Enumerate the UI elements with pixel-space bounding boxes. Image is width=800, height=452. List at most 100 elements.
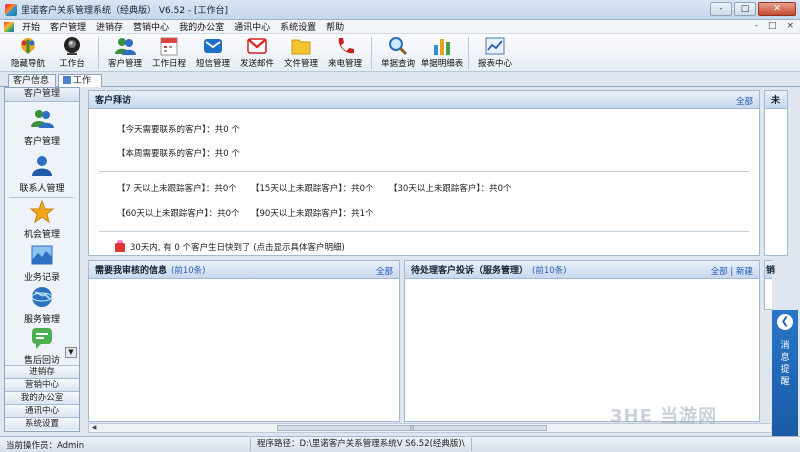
menu-customer[interactable]: 客户管理 — [45, 20, 91, 33]
minimize-button[interactable]: - — [710, 2, 732, 16]
customer-management-icon — [115, 38, 136, 55]
untracked-15-days-link[interactable]: 【15天以上未跟踪客户】：共0个 — [251, 182, 389, 196]
hide-nav-label: 隐藏导航 — [10, 59, 45, 69]
sms-button[interactable]: 短信管理 — [191, 34, 235, 69]
sidebar-item-contacts[interactable]: 联系人管理 — [5, 151, 79, 197]
document-tabs: 客户信息 工作台 — [0, 72, 800, 98]
menu-settings[interactable]: 系统设置 — [275, 20, 321, 33]
report-center-button[interactable]: 报表中心 — [473, 34, 517, 69]
start-menu-icon[interactable] — [4, 21, 14, 32]
email-button[interactable]: 发送邮件 — [235, 34, 279, 69]
complaint-panel-count: (前10条) — [532, 265, 567, 276]
sidebar-item-records[interactable]: 业务记录 — [5, 242, 79, 284]
menu-communication[interactable]: 通讯中心 — [229, 20, 275, 33]
menu-marketing[interactable]: 营销中心 — [128, 20, 174, 33]
menu-start[interactable]: 开始 — [17, 20, 45, 33]
maximize-button[interactable]: □ — [734, 2, 756, 16]
star-icon — [30, 200, 54, 224]
complaint-all-new-links[interactable]: 全部 | 新建 — [711, 265, 753, 277]
sidebar-item-label: 服务管理 — [23, 315, 60, 325]
scroll-thumb[interactable]: ||| — [277, 425, 547, 431]
phone-button[interactable]: 来电管理 — [323, 34, 367, 69]
toolbar-separator — [468, 37, 469, 69]
sidebar-group-marketing[interactable]: 营销中心 — [5, 378, 79, 391]
email-label: 发送邮件 — [239, 59, 274, 69]
untracked-row: 【60天以上未跟踪客户】：共0个 【90天以上未跟踪客户】：共1个 — [117, 207, 759, 221]
folder-button[interactable]: 文件管理 — [279, 34, 323, 69]
customer-visit-title: 客户拜访 — [95, 96, 132, 106]
magnifier-icon — [389, 37, 408, 56]
sidebar-group-communication[interactable]: 通讯中心 — [5, 404, 79, 417]
sms-icon — [204, 39, 222, 53]
toolbar: 隐藏导航 工作台 客户管理 工作日程 短信管理 发送邮件 文件管理 来电管理 单… — [0, 34, 800, 72]
chat-icon — [32, 328, 52, 349]
sidebar-item-service[interactable]: 服务管理 — [5, 284, 79, 326]
sidebar-item-opportunities[interactable]: 机会管理 — [5, 198, 79, 242]
workbench-button[interactable]: 工作台 — [50, 34, 94, 69]
current-operator: 当前操作员：Admin — [6, 441, 85, 451]
sidebar-item-customer-management[interactable]: 客户管理 — [5, 103, 79, 151]
untracked-7-days-link[interactable]: 【7 天以上未跟踪客户】：共0个 — [117, 182, 251, 196]
menu-bar: 开始 客户管理 进销存 营销中心 我的办公室 通讯中心 系统设置 帮助 - □ … — [0, 20, 800, 34]
menu-help[interactable]: 帮助 — [321, 20, 349, 33]
audit-all-link[interactable]: 全部 — [376, 265, 393, 277]
today-contacts-link[interactable]: 【今天需要联系的客户】：共0 个 — [117, 123, 759, 137]
hide-nav-button[interactable]: 隐藏导航 — [6, 34, 50, 69]
document-detail-label: 单据明细表 — [420, 59, 464, 69]
tab-workbench[interactable]: 工作台 — [58, 74, 102, 98]
toolbar-separator — [98, 37, 99, 69]
workbench-label: 工作台 — [59, 59, 85, 69]
title-bar: 里诺客户关系管理系统（经典版） V6.52 - [工作台] - □ ✕ — [0, 0, 800, 20]
globe-icon — [31, 287, 53, 307]
divider — [99, 171, 749, 172]
message-reminder-panel[interactable]: ❮ 消息提醒 — [772, 310, 798, 436]
tab-customer-info-label: 客户信息 — [13, 76, 50, 86]
sidebar-item-label: 业务记录 — [23, 273, 60, 283]
sidebar-item-follow-up[interactable]: 售后回访 — [5, 326, 79, 365]
sidebar-group-settings[interactable]: 系统设置 — [5, 417, 79, 430]
untracked-90-days-link[interactable]: 【90天以上未跟踪客户】：共1个 — [251, 207, 389, 221]
window-title: 里诺客户关系管理系统（经典版） V6.52 - [工作台] — [21, 6, 229, 16]
audit-panel-title: 需要我审核的信息 — [95, 266, 168, 276]
menu-inventory[interactable]: 进销存 — [91, 20, 128, 33]
untracked-30-days-link[interactable]: 【30天以上未跟踪客户】：共0个 — [389, 182, 511, 196]
mdi-restore-button[interactable]: □ — [768, 21, 777, 31]
sales-side-panel: 销 — [764, 260, 775, 310]
folder-label: 文件管理 — [283, 59, 318, 69]
sidebar-header[interactable]: 客户管理 — [5, 88, 79, 102]
sidebar-scroll-down-button[interactable]: ▼ — [65, 347, 77, 358]
sidebar-item-label: 联系人管理 — [19, 184, 65, 194]
sidebar-items: 客户管理 联系人管理 机会管理 业务记录 服务管理 售后回访 — [5, 103, 79, 365]
sidebar-group-office[interactable]: 我的办公室 — [5, 391, 79, 404]
collapse-arrow-icon[interactable]: ❮ — [777, 314, 793, 330]
birthday-reminder-text: 30天内, 有 0 个客户生日快到了 (点击显示具体客户明细) — [130, 243, 345, 253]
mdi-minimize-button[interactable]: - — [755, 21, 758, 31]
records-icon — [31, 245, 53, 265]
workbench-icon — [64, 37, 80, 55]
app-logo-icon — [5, 3, 17, 16]
customer-management-button[interactable]: 客户管理 — [103, 34, 147, 69]
calendar-label: 工作日程 — [151, 59, 186, 69]
phone-icon — [338, 38, 354, 54]
customer-visit-all-link[interactable]: 全部 — [736, 95, 753, 107]
folder-icon — [291, 39, 311, 55]
complaint-panel-title: 待处理客户投诉（服务管理） — [411, 266, 529, 276]
phone-label: 来电管理 — [327, 59, 362, 69]
scroll-left-arrow[interactable]: ◀ — [89, 424, 99, 432]
audit-panel-count: (前10条) — [171, 265, 206, 276]
sidebar-item-label: 客户管理 — [23, 137, 60, 147]
week-contacts-link[interactable]: 【本周需要联系的客户】：共0 个 — [117, 147, 759, 161]
mdi-close-button[interactable]: × — [786, 21, 794, 31]
untracked-60-days-link[interactable]: 【60天以上未跟踪客户】：共0个 — [117, 207, 251, 221]
birthday-reminder[interactable]: 30天内, 有 0 个客户生日快到了 (点击显示具体客户明细) — [115, 239, 759, 254]
tab-customer-info[interactable]: 客户信息 — [8, 74, 56, 87]
untracked-row: 【7 天以上未跟踪客户】：共0个 【15天以上未跟踪客户】：共0个 【30天以上… — [117, 182, 759, 196]
customer-management-label: 客户管理 — [107, 59, 142, 69]
sidebar-group-inventory[interactable]: 进销存 — [5, 365, 79, 378]
menu-office[interactable]: 我的办公室 — [174, 20, 229, 33]
document-query-button[interactable]: 单据查询 — [376, 34, 420, 69]
hide-nav-icon — [21, 38, 35, 54]
document-detail-button[interactable]: 单据明细表 — [420, 34, 464, 69]
close-button[interactable]: ✕ — [758, 2, 796, 16]
calendar-button[interactable]: 工作日程 — [147, 34, 191, 69]
